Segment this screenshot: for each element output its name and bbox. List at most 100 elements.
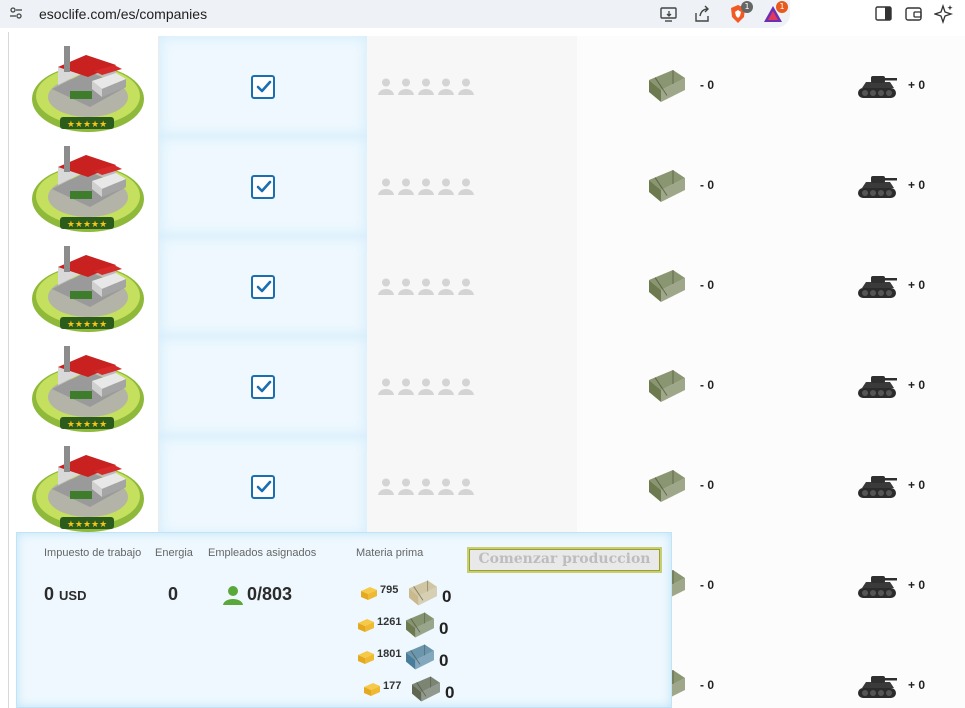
materials-label: Materia prima [356, 547, 424, 559]
leo-ai-icon[interactable] [934, 4, 954, 24]
tank-change: + 0 [908, 278, 926, 292]
worker-slot-icon [377, 177, 395, 195]
start-production-button[interactable]: Comenzar produccion [467, 547, 662, 573]
company-checkbox[interactable] [251, 275, 275, 299]
workers-cell [367, 236, 577, 336]
employee-icon [223, 586, 243, 605]
worker-slot-icon [377, 377, 395, 395]
left-divider [8, 32, 9, 708]
factory-icon: ★★★★★ [32, 446, 144, 532]
production-cell: - 0 + 0 [577, 136, 965, 236]
company-image-cell: ★★★★★ [16, 336, 159, 436]
employees-value: 0/803 [247, 584, 293, 604]
worker-slot-icon [437, 477, 455, 495]
companies-page: ★★★★★ - 0 + 0 ★★★★★ - 0 + 0 ★★★★★ - 0 + … [0, 32, 965, 708]
tank-icon [856, 470, 898, 502]
material-count: 0 [445, 683, 455, 702]
production-cell: - 0 + 0 [577, 436, 965, 536]
install-app-icon[interactable] [659, 4, 679, 24]
tank-icon [856, 570, 898, 602]
material-stock: 1261 [377, 616, 402, 628]
worker-slot-icon [397, 277, 415, 295]
select-cell [159, 236, 367, 336]
wallet-icon[interactable] [904, 4, 924, 24]
production-cell: - 0 + 0 [577, 36, 965, 136]
tank-icon [856, 70, 898, 102]
production-cell: - 0 + 0 [577, 236, 965, 336]
company-row: ★★★★★ - 0 + 0 [16, 336, 965, 436]
worker-slots [377, 477, 477, 495]
svg-text:★★★★★: ★★★★★ [67, 320, 107, 330]
brave-badge: 1 [741, 1, 753, 13]
worker-slot-icon [417, 177, 435, 195]
crate-change: - 0 [700, 478, 715, 492]
material-stock: 177 [383, 680, 402, 692]
tank-change: + 0 [908, 378, 926, 392]
worker-slots [377, 377, 477, 395]
company-checkbox[interactable] [251, 175, 275, 199]
worker-slot-icon [437, 77, 455, 95]
company-row: ★★★★★ - 0 + 0 [16, 236, 965, 336]
worker-slots [377, 77, 477, 95]
company-checkbox[interactable] [251, 75, 275, 99]
production-cell: - 0 + 0 [577, 336, 965, 436]
material-row: 1261 0 [357, 611, 457, 641]
crate-change: - 0 [700, 178, 715, 192]
tank-icon [856, 270, 898, 302]
material-crate-icon [403, 643, 437, 671]
tax-value: 0 USD [44, 584, 86, 605]
company-image-cell: ★★★★★ [16, 436, 159, 536]
ammo-crate-icon [647, 68, 687, 104]
worker-slot-icon [457, 77, 475, 95]
worker-slot-icon [457, 477, 475, 495]
workers-cell [367, 36, 577, 136]
brave-shields-icon[interactable]: 1 [728, 1, 753, 24]
crate-change: - 0 [700, 278, 715, 292]
workers-cell [367, 136, 577, 236]
url-text[interactable]: esoclife.com/es/companies [39, 6, 207, 22]
company-row: ★★★★★ - 0 + 0 [16, 436, 965, 536]
worker-slot-icon [377, 477, 395, 495]
svg-text:★★★★★: ★★★★★ [67, 420, 107, 430]
sidebar-icon[interactable] [874, 4, 894, 24]
tank-change: + 0 [908, 678, 926, 692]
address-bar[interactable]: esoclife.com/es/companies 1 1 [0, 0, 790, 28]
ammo-crate-icon [647, 268, 687, 304]
company-checkbox[interactable] [251, 375, 275, 399]
brave-rewards-icon[interactable]: 1 [763, 1, 788, 24]
worker-slot-icon [377, 77, 395, 95]
worker-slot-icon [457, 377, 475, 395]
company-image-cell: ★★★★★ [16, 236, 159, 336]
tank-icon [856, 370, 898, 402]
tank-change: + 0 [908, 578, 926, 592]
svg-text:★★★★★: ★★★★★ [67, 220, 107, 230]
worker-slot-icon [397, 477, 415, 495]
svg-text:★★★★★: ★★★★★ [67, 520, 107, 530]
gold-crate-icon [358, 651, 374, 664]
material-count: 0 [442, 587, 452, 606]
worker-slot-icon [377, 277, 395, 295]
share-icon[interactable] [692, 4, 712, 24]
worker-slot-icon [437, 377, 455, 395]
employees-label: Empleados asignados [208, 547, 317, 559]
company-checkbox[interactable] [251, 475, 275, 499]
material-crate-icon [409, 675, 443, 703]
tank-change: + 0 [908, 178, 926, 192]
worker-slot-icon [457, 177, 475, 195]
worker-slot-icon [397, 177, 415, 195]
rewards-badge: 1 [776, 1, 788, 13]
material-row: 1801 0 [357, 643, 457, 673]
crate-change: - 0 [700, 678, 715, 692]
factory-icon: ★★★★★ [32, 146, 144, 232]
production-panel: Impuesto de trabajo Energia Empleados as… [16, 532, 672, 708]
gold-crate-icon [361, 587, 377, 600]
worker-slot-icon [437, 177, 455, 195]
ammo-crate-icon [647, 468, 687, 504]
factory-icon: ★★★★★ [32, 346, 144, 432]
site-settings-icon[interactable] [9, 6, 23, 20]
worker-slot-icon [417, 477, 435, 495]
material-crate-icon [403, 611, 437, 639]
company-row: ★★★★★ - 0 + 0 [16, 36, 965, 136]
svg-text:★★★★★: ★★★★★ [67, 120, 107, 130]
company-image-cell: ★★★★★ [16, 36, 159, 136]
